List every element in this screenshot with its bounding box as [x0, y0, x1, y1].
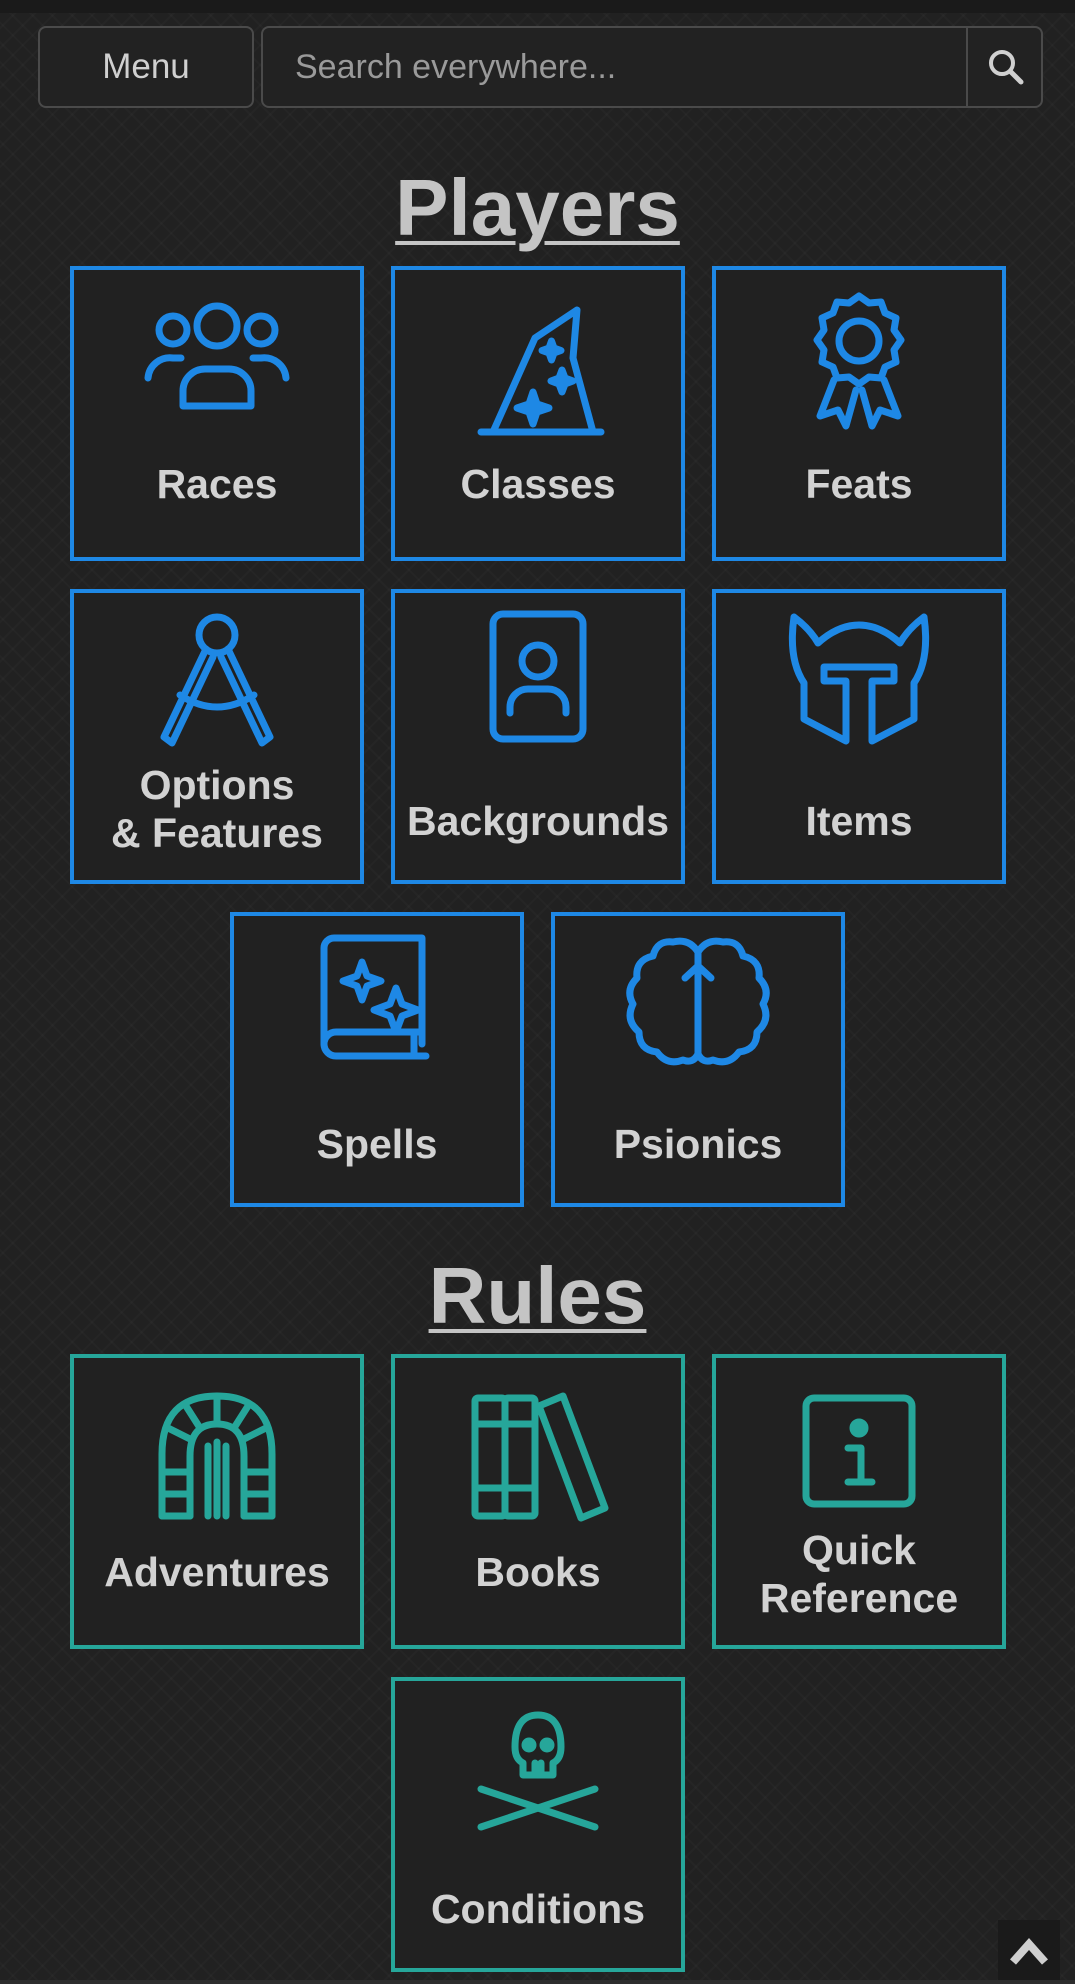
tile-backgrounds[interactable]: Backgrounds — [391, 589, 685, 884]
tile-label: Classes — [460, 461, 616, 507]
dungeon-gate-icon — [142, 1376, 292, 1526]
id-card-icon — [463, 609, 613, 759]
tile-label: Adventures — [104, 1549, 330, 1595]
tile-label: Races — [156, 461, 278, 507]
brain-icon — [623, 932, 773, 1082]
tile-races[interactable]: Races — [70, 266, 364, 561]
tile-label: Feats — [805, 461, 913, 507]
search-button[interactable] — [970, 28, 1041, 106]
tile-label-line1: Quick — [802, 1527, 916, 1573]
tile-quick-reference[interactable]: Quick Reference — [712, 1354, 1006, 1649]
tile-label-line2: & Features — [111, 810, 323, 856]
spellbook-icon — [302, 932, 452, 1082]
tile-adventures[interactable]: Adventures — [70, 1354, 364, 1649]
section-title-rules: Rules — [428, 1251, 647, 1340]
wizard-hat-icon — [463, 288, 613, 438]
tile-label: Spells — [316, 1121, 438, 1167]
tile-feats[interactable]: Feats — [712, 266, 1006, 561]
tile-label: Quick Reference — [716, 1526, 1002, 1622]
helmet-icon — [784, 609, 934, 759]
tile-classes[interactable]: Classes — [391, 266, 685, 561]
books-icon — [463, 1376, 613, 1526]
search-bar — [261, 26, 1043, 108]
tile-books[interactable]: Books — [391, 1354, 685, 1649]
tile-label: Psionics — [613, 1121, 783, 1167]
info-square-icon — [784, 1376, 934, 1526]
tile-label-line2: Reference — [759, 1575, 959, 1621]
tile-label: Options & Features — [74, 761, 360, 857]
top-strip — [0, 0, 1075, 13]
menu-button[interactable]: Menu — [38, 26, 254, 108]
tile-options-features[interactable]: Options & Features — [70, 589, 364, 884]
section-title-players: Players — [395, 163, 680, 252]
skull-crossbones-icon — [463, 1697, 613, 1847]
tile-label: Conditions — [430, 1886, 646, 1932]
chevron-up-icon — [1010, 1937, 1048, 1965]
search-input[interactable] — [263, 28, 968, 106]
tile-conditions[interactable]: Conditions — [391, 1677, 685, 1972]
tile-items[interactable]: Items — [712, 589, 1006, 884]
tile-label: Books — [475, 1549, 601, 1595]
scroll-to-top-button[interactable] — [998, 1920, 1060, 1982]
tile-spells[interactable]: Spells — [230, 912, 524, 1207]
drafting-compass-icon — [142, 609, 292, 759]
award-ribbon-icon — [784, 288, 934, 438]
tile-label: Items — [805, 798, 913, 844]
bottom-divider — [0, 1980, 1075, 1984]
tile-label-line1: Options — [139, 762, 295, 808]
tile-psionics[interactable]: Psionics — [551, 912, 845, 1207]
tile-label: Backgrounds — [407, 798, 669, 844]
search-icon — [988, 50, 1023, 85]
people-group-icon — [142, 288, 292, 438]
